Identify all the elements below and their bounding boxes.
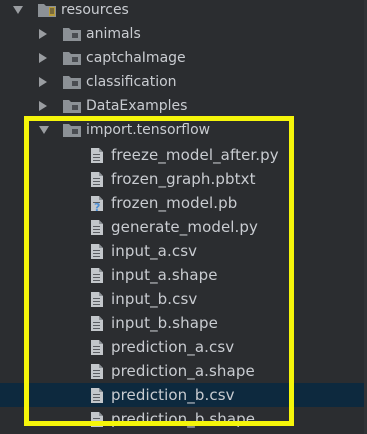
file-label: frozen_model.pb	[111, 194, 238, 212]
tree-item-label: classification	[86, 74, 177, 90]
file-label: input_b.csv	[111, 290, 198, 308]
file-icon	[90, 411, 104, 432]
chevron-right-icon[interactable]	[39, 29, 47, 39]
file-icon	[90, 387, 104, 408]
tree-item-file[interactable]: ? frozen_model.pb	[0, 191, 367, 215]
tree-item-file[interactable]: input_a.csv	[0, 239, 367, 263]
folder-icon	[62, 98, 82, 118]
resources-folder-icon	[37, 2, 57, 22]
folder-icon	[62, 74, 82, 94]
file-label: prediction_b.shape	[111, 410, 256, 428]
file-icon	[90, 171, 104, 192]
file-label: input_b.shape	[111, 314, 218, 332]
tree-item-file[interactable]: input_b.shape	[0, 311, 367, 335]
tree-item-file[interactable]: generate_model.py	[0, 215, 367, 239]
tree-item-file-selected[interactable]: prediction_b.csv	[0, 383, 367, 407]
tree-item-file[interactable]: frozen_graph.pbtxt	[0, 167, 367, 191]
file-label: prediction_b.csv	[111, 386, 235, 404]
tree-item-file[interactable]: prediction_a.csv	[0, 335, 367, 359]
file-icon	[90, 219, 104, 240]
file-icon	[90, 147, 104, 168]
file-label: freeze_model_after.py	[111, 146, 279, 164]
tree-item-label: DataExamples	[86, 98, 188, 114]
chevron-down-icon[interactable]	[39, 126, 49, 134]
tree-item-label: captchaImage	[86, 50, 186, 66]
tree-item-file[interactable]: input_a.shape	[0, 263, 367, 287]
file-label: prediction_a.shape	[111, 362, 255, 380]
file-icon	[90, 363, 104, 384]
tree-item-import-tensorflow[interactable]: import.tensorflow	[0, 118, 367, 142]
unknown-file-icon: ?	[90, 195, 106, 216]
file-label: frozen_graph.pbtxt	[111, 170, 256, 188]
tree-item-file[interactable]: prediction_b.shape	[0, 407, 367, 431]
project-tree: resources animals captchaImage classific…	[0, 0, 367, 434]
tree-item-file[interactable]: prediction_a.shape	[0, 359, 367, 383]
tree-item-file[interactable]: freeze_model_after.py	[0, 143, 367, 167]
tree-item-resources[interactable]: resources	[0, 0, 367, 22]
tree-item-label: resources	[61, 2, 129, 18]
tree-item-dataexamples[interactable]: DataExamples	[0, 94, 367, 118]
folder-icon	[62, 26, 82, 46]
tree-item-animals[interactable]: animals	[0, 22, 367, 46]
folder-icon	[62, 50, 82, 70]
file-label: input_a.csv	[111, 242, 198, 260]
file-icon	[90, 291, 104, 312]
file-label: prediction_a.csv	[111, 338, 235, 356]
file-icon	[90, 339, 104, 360]
tree-item-classification[interactable]: classification	[0, 70, 367, 94]
chevron-right-icon[interactable]	[39, 53, 47, 63]
tree-item-label: import.tensorflow	[86, 122, 211, 138]
chevron-right-icon[interactable]	[39, 77, 47, 87]
file-icon	[90, 315, 104, 336]
tree-item-label: animals	[86, 26, 141, 42]
file-label: input_a.shape	[111, 266, 218, 284]
chevron-right-icon[interactable]	[39, 101, 47, 111]
tree-item-file[interactable]: input_b.csv	[0, 287, 367, 311]
file-label: generate_model.py	[111, 218, 259, 236]
file-icon	[90, 243, 104, 264]
folder-icon	[62, 122, 82, 142]
svg-text:?: ?	[94, 201, 100, 212]
tree-item-captchaimage[interactable]: captchaImage	[0, 46, 367, 70]
file-icon	[90, 267, 104, 288]
chevron-down-icon[interactable]	[13, 6, 23, 14]
